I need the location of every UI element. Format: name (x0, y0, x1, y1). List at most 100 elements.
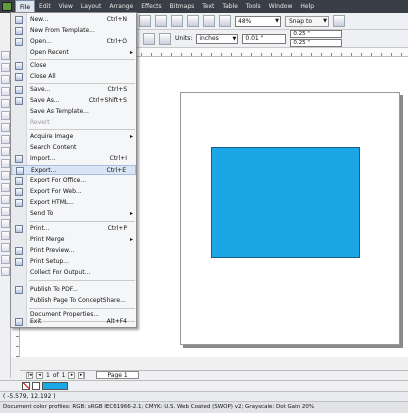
paste-icon[interactable] (139, 15, 151, 27)
menu-item-exit[interactable]: Exit Alt+F4 (11, 317, 136, 327)
menu-effects[interactable]: Effects (137, 0, 165, 13)
menu-item-print-preview[interactable]: Print Preview... (11, 246, 136, 256)
connector-tool-icon[interactable] (1, 207, 10, 216)
shape-tool-icon[interactable] (1, 63, 10, 72)
interactive-fill-tool-icon[interactable] (1, 267, 10, 276)
menu-item-collect-for-output[interactable]: Collect For Output... (11, 268, 136, 278)
menu-item-shortcut: Ctrl+O (106, 38, 127, 45)
crop-tool-icon[interactable] (1, 75, 10, 84)
app-launcher-icon[interactable] (219, 15, 231, 27)
duplicate-distance-x-field[interactable]: 0.25 " (290, 30, 343, 38)
menu-table[interactable]: Table (218, 0, 242, 13)
landscape-icon[interactable] (159, 32, 171, 45)
menu-item-export-for-office[interactable]: Export For Office... (11, 176, 136, 186)
menu-item-label: Close (30, 62, 47, 69)
portrait-icon[interactable] (143, 32, 155, 45)
blue-rectangle[interactable] (211, 147, 360, 258)
menu-separator (29, 280, 135, 281)
export-web-icon (15, 188, 23, 196)
page-tab[interactable]: Page 1 (96, 371, 139, 379)
menu-item-acquire-image[interactable]: Acquire Image ▸ (11, 132, 136, 142)
duplicate-distance-y-field[interactable]: 0.25 " (290, 39, 343, 47)
menu-item-print[interactable]: Print... Ctrl+P (11, 224, 136, 234)
nudge-distance-field[interactable]: 0.01 " (242, 33, 287, 44)
undo-icon[interactable] (155, 15, 167, 27)
import-icon[interactable] (187, 15, 199, 27)
rectangle-tool-icon[interactable] (1, 123, 10, 132)
menu-item-save[interactable]: Save... Ctrl+S (11, 85, 136, 95)
last-page-button[interactable]: ▸| (78, 371, 86, 379)
menu-item-label: Print Merge (30, 236, 65, 243)
document-page[interactable] (180, 92, 400, 345)
menu-item-label: Send To (30, 210, 54, 217)
snap-to-dropdown[interactable]: Snap to (285, 15, 329, 27)
menu-item-export[interactable]: Export... Ctrl+E (11, 165, 136, 175)
app-icon (2, 2, 12, 11)
menu-item-open-recent[interactable]: Open Recent ▸ (11, 48, 136, 58)
blue-swatch[interactable] (42, 381, 68, 390)
dimension-tool-icon[interactable] (1, 195, 10, 204)
menu-item-close[interactable]: Close (11, 61, 136, 71)
options-icon[interactable] (333, 15, 345, 27)
text-tool-icon[interactable] (1, 171, 10, 180)
freehand-tool-icon[interactable] (1, 99, 10, 108)
menu-item-send-to[interactable]: Send To ▸ (11, 209, 136, 219)
outline-tool-icon[interactable] (1, 243, 10, 252)
zoom-tool-icon[interactable] (1, 87, 10, 96)
menu-item-search-content[interactable]: Search Content (11, 143, 136, 153)
menu-item-label: Save As Template... (30, 108, 89, 115)
menu-item-publish-conceptshare[interactable]: Publish Page To ConceptShare... (11, 296, 136, 306)
previous-page-button[interactable]: ◂ (36, 371, 43, 379)
fill-tool-icon[interactable] (1, 255, 10, 264)
menu-item-close-all[interactable]: Close All (11, 72, 136, 82)
menu-item-open[interactable]: Open... Ctrl+O (11, 37, 136, 47)
blend-tool-icon[interactable] (1, 219, 10, 228)
menu-item-save-as-template[interactable]: Save As Template... (11, 107, 136, 117)
menu-item-save-as[interactable]: Save As... Ctrl+Shift+S (11, 96, 136, 106)
menu-item-new-from-template[interactable]: New From Template... (11, 26, 136, 36)
menu-item-revert[interactable]: Revert (11, 118, 136, 128)
first-page-button[interactable]: |◂ (26, 371, 33, 379)
smart-fill-tool-icon[interactable] (1, 111, 10, 120)
menu-text[interactable]: Text (198, 0, 218, 13)
color-profile-status[interactable]: Document color profiles: RGB: sRGB IEC61… (0, 401, 408, 413)
menu-item-label: Exit (30, 318, 42, 325)
eyedropper-tool-icon[interactable] (1, 231, 10, 240)
zoom-level-select[interactable]: 48% (235, 15, 281, 27)
menu-help[interactable]: Help (296, 0, 318, 13)
close-all-icon (15, 73, 23, 81)
menu-item-publish-pdf[interactable]: Publish To PDF... (11, 285, 136, 295)
next-page-button[interactable]: ▸ (68, 371, 76, 379)
file-menu-dropdown: New... Ctrl+N New From Template... Open.… (10, 12, 137, 328)
submenu-arrow-icon: ▸ (129, 49, 133, 56)
table-tool-icon[interactable] (1, 183, 10, 192)
open-folder-icon (15, 38, 23, 46)
menu-bitmaps[interactable]: Bitmaps (166, 0, 199, 13)
menu-item-label: Revert (30, 119, 50, 126)
menu-item-print-setup[interactable]: Print Setup... (11, 257, 136, 267)
export-icon[interactable] (203, 15, 215, 27)
export-icon (16, 167, 24, 175)
redo-icon[interactable] (171, 15, 183, 27)
menu-item-export-html[interactable]: Export HTML... (11, 198, 136, 208)
menu-item-import[interactable]: Import... Ctrl+I (11, 154, 136, 164)
menu-item-label: Save As... (30, 97, 60, 104)
menu-item-export-for-web[interactable]: Export For Web... (11, 187, 136, 197)
menu-window[interactable]: Window (265, 0, 297, 13)
menu-item-print-merge[interactable]: Print Merge ▸ (11, 235, 136, 245)
menu-item-label: Publish To PDF... (30, 286, 78, 293)
menu-item-label: Import... (30, 155, 56, 162)
ellipse-tool-icon[interactable] (1, 135, 10, 144)
menu-item-new[interactable]: New... Ctrl+N (11, 15, 136, 25)
polygon-tool-icon[interactable] (1, 147, 10, 156)
menu-tools[interactable]: Tools (242, 0, 265, 13)
units-select[interactable]: inches (196, 33, 239, 44)
exit-icon (15, 318, 23, 326)
submenu-arrow-icon: ▸ (129, 133, 133, 140)
white-swatch[interactable] (32, 381, 40, 390)
basic-shapes-tool-icon[interactable] (1, 159, 10, 168)
pick-tool-icon[interactable] (1, 51, 10, 60)
no-fill-swatch[interactable] (22, 381, 30, 390)
export-office-icon (15, 177, 23, 185)
menu-item-label: Export For Office... (30, 177, 87, 184)
